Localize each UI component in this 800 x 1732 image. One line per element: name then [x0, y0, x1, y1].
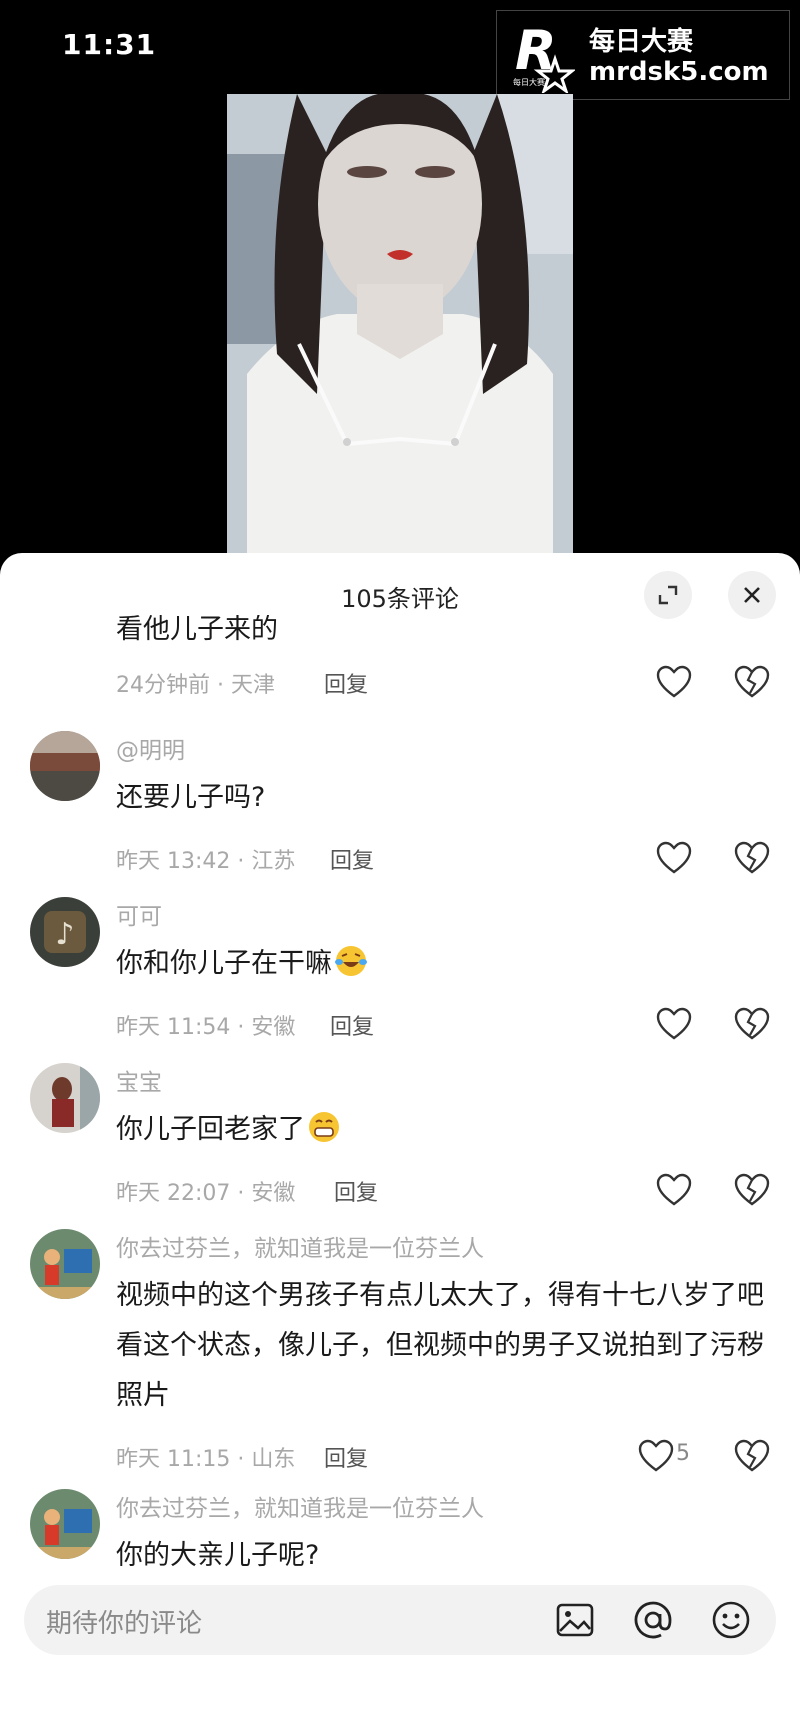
comment-meta: 昨天 11:15 · 山东	[116, 1447, 296, 1472]
comment-meta: 昨天 11:54 · 安徽	[116, 1015, 296, 1040]
like-heart-icon[interactable]	[656, 841, 692, 875]
laughing-tears-emoji-icon	[335, 946, 367, 976]
reply-button[interactable]: 回复	[324, 667, 368, 699]
comment-text-content: 你儿子回老家了	[116, 1114, 305, 1145]
reply-button[interactable]: 回复	[330, 1009, 374, 1041]
close-icon	[744, 587, 760, 603]
emoji-icon[interactable]	[710, 1599, 752, 1641]
comment-username[interactable]: 可可	[116, 897, 162, 931]
video-frame[interactable]	[227, 94, 573, 554]
status-time: 11:31	[62, 28, 157, 61]
comment-meta: 昨天 13:42 · 江苏	[116, 849, 296, 874]
at-icon[interactable]	[632, 1599, 674, 1641]
like-heart-icon[interactable]	[638, 1439, 674, 1473]
broken-heart-icon[interactable]	[734, 1007, 770, 1041]
comment-text: 你的大亲儿子呢?	[116, 1540, 320, 1571]
close-button[interactable]	[728, 571, 776, 619]
avatar[interactable]	[30, 731, 100, 801]
svg-text:♪: ♪	[55, 917, 74, 952]
comments-sheet: 105条评论 看他儿子来的 24分钟前 · 天津 回复 @明明 还要儿子吗? 昨…	[0, 553, 800, 1732]
comment-text: 还要儿子吗?	[116, 782, 266, 813]
avatar[interactable]: ♪	[30, 897, 100, 967]
watermark-logo-icon: R 每日大赛	[513, 19, 575, 93]
image-icon[interactable]	[554, 1599, 596, 1641]
comment-input-bar[interactable]: 期待你的评论	[24, 1585, 776, 1655]
watermark: R 每日大赛 每日大赛 mrdsk5.com	[496, 10, 790, 100]
avatar[interactable]	[30, 1489, 100, 1559]
comment-text: 你和你儿子在干嘛	[116, 939, 776, 989]
svg-text:R: R	[515, 19, 557, 82]
comment-input[interactable]: 期待你的评论	[46, 1603, 202, 1640]
like-heart-icon[interactable]	[656, 1007, 692, 1041]
comment-list[interactable]: 看他儿子来的 24分钟前 · 天津 回复 @明明 还要儿子吗? 昨天 13:42…	[0, 615, 800, 1625]
svg-text:每日大赛: 每日大赛	[513, 77, 545, 87]
broken-heart-icon[interactable]	[734, 665, 770, 699]
reply-button[interactable]: 回复	[330, 843, 374, 875]
comment-meta: 昨天 22:07 · 安徽	[116, 1181, 296, 1206]
comment-text: 视频中的这个男孩子有点儿太大了，得有十七八岁了吧看这个状态，像儿子，但视频中的男…	[116, 1280, 764, 1411]
reply-button[interactable]: 回复	[334, 1175, 378, 1207]
comment-meta: 24分钟前 · 天津	[116, 673, 275, 698]
watermark-url: mrdsk5.com	[589, 57, 769, 87]
comment-text: 你儿子回老家了	[116, 1105, 776, 1155]
comment-text-content: 你和你儿子在干嘛	[116, 948, 332, 979]
broken-heart-icon[interactable]	[734, 1173, 770, 1207]
comment-username[interactable]: 宝宝	[116, 1063, 162, 1097]
broken-heart-icon[interactable]	[734, 1439, 770, 1473]
avatar[interactable]	[30, 1063, 100, 1133]
like-heart-icon[interactable]	[656, 1173, 692, 1207]
video-thumbnail	[227, 94, 573, 554]
like-heart-icon[interactable]	[656, 665, 692, 699]
watermark-title: 每日大赛	[589, 27, 694, 57]
reply-button[interactable]: 回复	[324, 1441, 368, 1473]
grinning-emoji-icon	[309, 1112, 339, 1142]
comment-username[interactable]: 你去过芬兰，就知道我是一位芬兰人	[116, 1489, 484, 1523]
comment-text: 看他儿子来的	[116, 615, 278, 645]
broken-heart-icon[interactable]	[734, 841, 770, 875]
comment-username[interactable]: 你去过芬兰，就知道我是一位芬兰人	[116, 1229, 484, 1263]
expand-button[interactable]	[644, 571, 692, 619]
expand-icon	[658, 585, 678, 605]
comment-username[interactable]: @明明	[116, 731, 185, 765]
avatar[interactable]	[30, 1229, 100, 1299]
like-count: 5	[676, 1441, 690, 1466]
